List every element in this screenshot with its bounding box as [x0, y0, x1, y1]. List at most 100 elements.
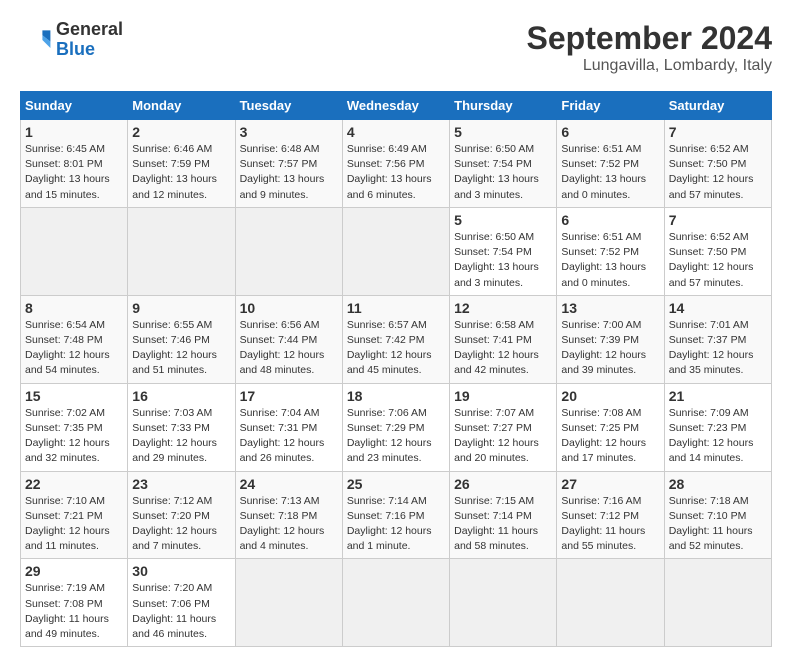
- table-row: 18 Sunrise: 7:06 AM Sunset: 7:29 PM Dayl…: [342, 383, 449, 471]
- day-number: 2: [132, 124, 230, 140]
- day-info: Sunrise: 6:52 AM Sunset: 7:50 PM Dayligh…: [669, 142, 767, 203]
- logo-icon: [20, 24, 52, 56]
- day-number: 11: [347, 300, 445, 316]
- day-info: Sunrise: 7:09 AM Sunset: 7:23 PM Dayligh…: [669, 406, 767, 467]
- table-row: [557, 559, 664, 647]
- col-monday: Monday: [128, 92, 235, 120]
- day-info: Sunrise: 7:14 AM Sunset: 7:16 PM Dayligh…: [347, 494, 445, 555]
- table-row: 17 Sunrise: 7:04 AM Sunset: 7:31 PM Dayl…: [235, 383, 342, 471]
- table-row: 27 Sunrise: 7:16 AM Sunset: 7:12 PM Dayl…: [557, 471, 664, 559]
- day-number: 9: [132, 300, 230, 316]
- table-row: 23 Sunrise: 7:12 AM Sunset: 7:20 PM Dayl…: [128, 471, 235, 559]
- logo-general: General: [56, 20, 123, 40]
- table-row: 13 Sunrise: 7:00 AM Sunset: 7:39 PM Dayl…: [557, 295, 664, 383]
- table-row: 19 Sunrise: 7:07 AM Sunset: 7:27 PM Dayl…: [450, 383, 557, 471]
- day-info: Sunrise: 6:52 AM Sunset: 7:50 PM Dayligh…: [669, 230, 767, 291]
- day-info: Sunrise: 7:06 AM Sunset: 7:29 PM Dayligh…: [347, 406, 445, 467]
- day-info: Sunrise: 7:00 AM Sunset: 7:39 PM Dayligh…: [561, 318, 659, 379]
- day-number: 17: [240, 388, 338, 404]
- table-row: 28 Sunrise: 7:18 AM Sunset: 7:10 PM Dayl…: [664, 471, 771, 559]
- table-row: 9 Sunrise: 6:55 AM Sunset: 7:46 PM Dayli…: [128, 295, 235, 383]
- day-info: Sunrise: 7:01 AM Sunset: 7:37 PM Dayligh…: [669, 318, 767, 379]
- day-info: Sunrise: 6:54 AM Sunset: 7:48 PM Dayligh…: [25, 318, 123, 379]
- day-number: 22: [25, 476, 123, 492]
- day-info: Sunrise: 7:07 AM Sunset: 7:27 PM Dayligh…: [454, 406, 552, 467]
- day-number: 6: [561, 124, 659, 140]
- table-row: 4 Sunrise: 6:49 AM Sunset: 7:56 PM Dayli…: [342, 120, 449, 208]
- day-number: 18: [347, 388, 445, 404]
- day-number: 16: [132, 388, 230, 404]
- table-row: 7 Sunrise: 6:52 AM Sunset: 7:50 PM Dayli…: [664, 207, 771, 295]
- day-number: 3: [240, 124, 338, 140]
- day-info: Sunrise: 6:58 AM Sunset: 7:41 PM Dayligh…: [454, 318, 552, 379]
- day-number: 30: [132, 563, 230, 579]
- day-info: Sunrise: 6:51 AM Sunset: 7:52 PM Dayligh…: [561, 230, 659, 291]
- day-number: 5: [454, 212, 552, 228]
- day-number: 15: [25, 388, 123, 404]
- day-number: 12: [454, 300, 552, 316]
- table-row: 8 Sunrise: 6:54 AM Sunset: 7:48 PM Dayli…: [21, 295, 128, 383]
- day-info: Sunrise: 6:56 AM Sunset: 7:44 PM Dayligh…: [240, 318, 338, 379]
- day-number: 7: [669, 212, 767, 228]
- col-saturday: Saturday: [664, 92, 771, 120]
- day-info: Sunrise: 7:13 AM Sunset: 7:18 PM Dayligh…: [240, 494, 338, 555]
- day-number: 28: [669, 476, 767, 492]
- table-row: 5 Sunrise: 6:50 AM Sunset: 7:54 PM Dayli…: [450, 120, 557, 208]
- table-row: 26 Sunrise: 7:15 AM Sunset: 7:14 PM Dayl…: [450, 471, 557, 559]
- location: Lungavilla, Lombardy, Italy: [527, 57, 772, 75]
- day-number: 1: [25, 124, 123, 140]
- day-info: Sunrise: 6:49 AM Sunset: 7:56 PM Dayligh…: [347, 142, 445, 203]
- day-info: Sunrise: 7:02 AM Sunset: 7:35 PM Dayligh…: [25, 406, 123, 467]
- day-info: Sunrise: 7:12 AM Sunset: 7:20 PM Dayligh…: [132, 494, 230, 555]
- calendar-header-row: Sunday Monday Tuesday Wednesday Thursday…: [21, 92, 772, 120]
- table-row: 20 Sunrise: 7:08 AM Sunset: 7:25 PM Dayl…: [557, 383, 664, 471]
- day-number: 20: [561, 388, 659, 404]
- logo: General Blue: [20, 20, 123, 60]
- table-row: 2 Sunrise: 6:46 AM Sunset: 7:59 PM Dayli…: [128, 120, 235, 208]
- table-row: 3 Sunrise: 6:48 AM Sunset: 7:57 PM Dayli…: [235, 120, 342, 208]
- day-info: Sunrise: 7:15 AM Sunset: 7:14 PM Dayligh…: [454, 494, 552, 555]
- table-row: 10 Sunrise: 6:56 AM Sunset: 7:44 PM Dayl…: [235, 295, 342, 383]
- logo-blue: Blue: [56, 40, 123, 60]
- month-year: September 2024: [527, 20, 772, 57]
- day-info: Sunrise: 6:45 AM Sunset: 8:01 PM Dayligh…: [25, 142, 123, 203]
- day-info: Sunrise: 6:50 AM Sunset: 7:54 PM Dayligh…: [454, 230, 552, 291]
- day-info: Sunrise: 7:18 AM Sunset: 7:10 PM Dayligh…: [669, 494, 767, 555]
- table-row: 25 Sunrise: 7:14 AM Sunset: 7:16 PM Dayl…: [342, 471, 449, 559]
- table-row: 1 Sunrise: 6:45 AM Sunset: 8:01 PM Dayli…: [21, 120, 128, 208]
- day-number: 21: [669, 388, 767, 404]
- day-number: 4: [347, 124, 445, 140]
- day-info: Sunrise: 6:46 AM Sunset: 7:59 PM Dayligh…: [132, 142, 230, 203]
- day-info: Sunrise: 6:50 AM Sunset: 7:54 PM Dayligh…: [454, 142, 552, 203]
- table-row: [342, 559, 449, 647]
- day-number: 8: [25, 300, 123, 316]
- day-info: Sunrise: 6:57 AM Sunset: 7:42 PM Dayligh…: [347, 318, 445, 379]
- day-number: 24: [240, 476, 338, 492]
- table-row: 6 Sunrise: 6:51 AM Sunset: 7:52 PM Dayli…: [557, 120, 664, 208]
- day-number: 7: [669, 124, 767, 140]
- table-row: [235, 207, 342, 295]
- day-number: 23: [132, 476, 230, 492]
- calendar-table: Sunday Monday Tuesday Wednesday Thursday…: [20, 91, 772, 647]
- day-number: 5: [454, 124, 552, 140]
- table-row: 30 Sunrise: 7:20 AM Sunset: 7:06 PM Dayl…: [128, 559, 235, 647]
- day-number: 13: [561, 300, 659, 316]
- day-info: Sunrise: 7:04 AM Sunset: 7:31 PM Dayligh…: [240, 406, 338, 467]
- day-info: Sunrise: 6:51 AM Sunset: 7:52 PM Dayligh…: [561, 142, 659, 203]
- table-row: 14 Sunrise: 7:01 AM Sunset: 7:37 PM Dayl…: [664, 295, 771, 383]
- col-thursday: Thursday: [450, 92, 557, 120]
- day-number: 19: [454, 388, 552, 404]
- table-row: [128, 207, 235, 295]
- col-friday: Friday: [557, 92, 664, 120]
- table-row: 7 Sunrise: 6:52 AM Sunset: 7:50 PM Dayli…: [664, 120, 771, 208]
- day-info: Sunrise: 6:55 AM Sunset: 7:46 PM Dayligh…: [132, 318, 230, 379]
- day-info: Sunrise: 7:10 AM Sunset: 7:21 PM Dayligh…: [25, 494, 123, 555]
- table-row: 12 Sunrise: 6:58 AM Sunset: 7:41 PM Dayl…: [450, 295, 557, 383]
- title-block: September 2024 Lungavilla, Lombardy, Ita…: [527, 20, 772, 75]
- day-info: Sunrise: 6:48 AM Sunset: 7:57 PM Dayligh…: [240, 142, 338, 203]
- table-row: 15 Sunrise: 7:02 AM Sunset: 7:35 PM Dayl…: [21, 383, 128, 471]
- table-row: [235, 559, 342, 647]
- day-number: 10: [240, 300, 338, 316]
- day-number: 14: [669, 300, 767, 316]
- table-row: 6 Sunrise: 6:51 AM Sunset: 7:52 PM Dayli…: [557, 207, 664, 295]
